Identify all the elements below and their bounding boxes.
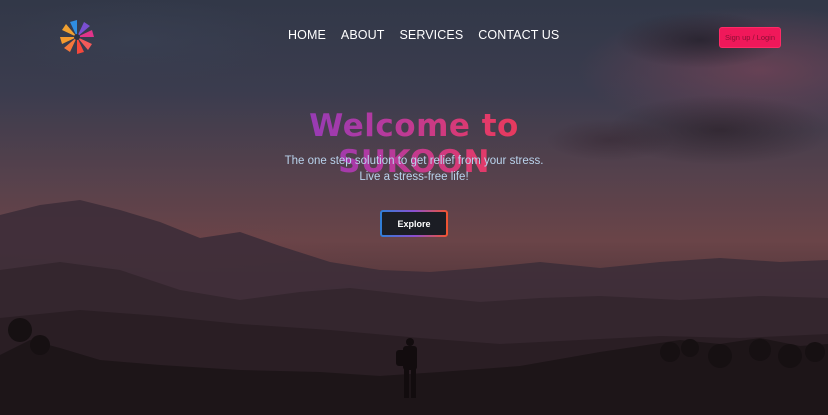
hero-tagline-line2: Live a stress-free life!: [359, 171, 469, 183]
main-nav: HOME ABOUT SERVICES CONTACT US: [288, 28, 559, 42]
nav-contact-us[interactable]: CONTACT US: [478, 28, 559, 42]
nav-services[interactable]: SERVICES: [399, 28, 463, 42]
hero-tagline-line1: The one step solution to get relief from…: [284, 155, 544, 167]
nav-about[interactable]: ABOUT: [341, 28, 385, 42]
hero-title: Welcome to SUKOON: [239, 108, 589, 180]
mountain-landscape: [0, 200, 828, 415]
sukoon-logo-icon[interactable]: [56, 16, 98, 58]
nav-home[interactable]: HOME: [288, 28, 326, 42]
explore-button[interactable]: Explore: [380, 210, 448, 237]
signup-login-button[interactable]: Sign up / Login: [720, 28, 780, 47]
